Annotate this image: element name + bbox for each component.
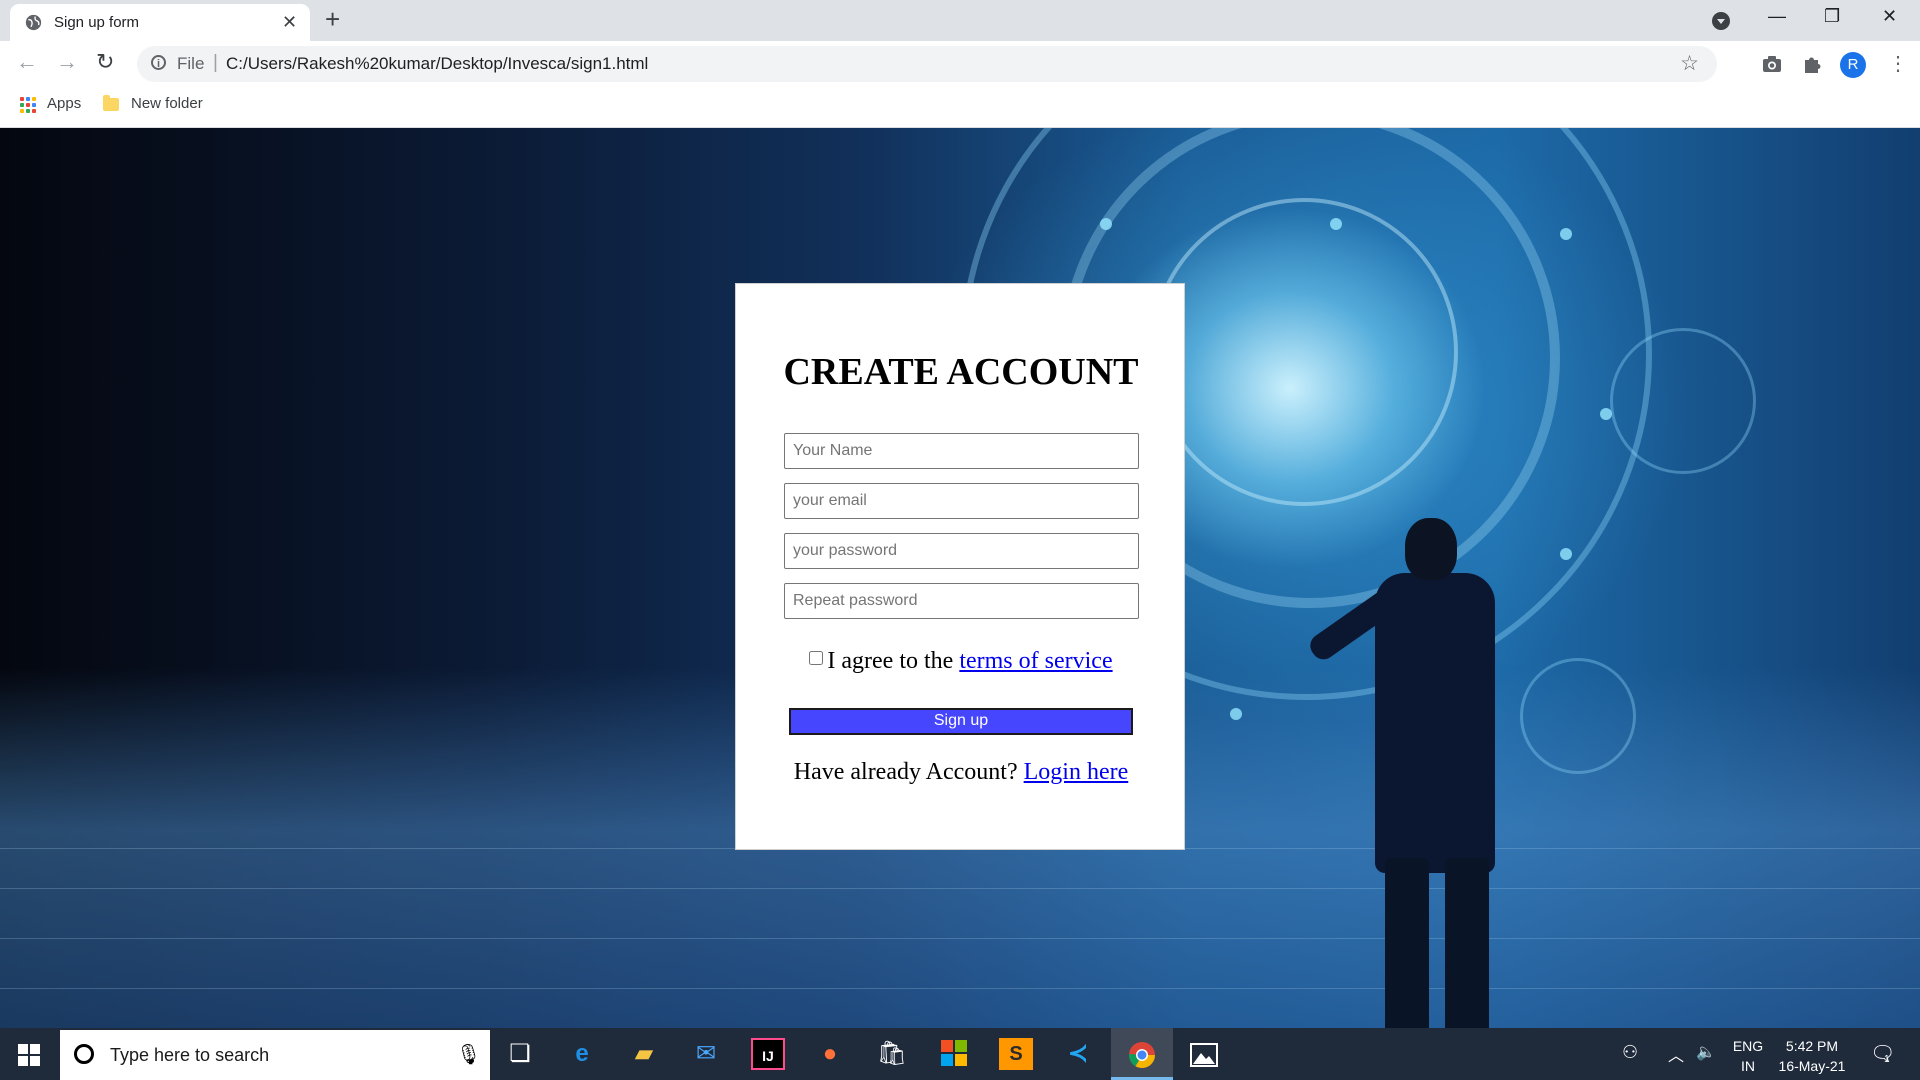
page-title: CREATE ACCOUNT bbox=[783, 351, 1139, 393]
notification-count: 1 bbox=[1884, 1054, 1890, 1065]
forward-button[interactable]: → bbox=[56, 51, 78, 73]
chrome-icon[interactable] bbox=[1111, 1028, 1173, 1080]
agree-label: I agree to the bbox=[827, 648, 954, 674]
edge-icon[interactable]: e bbox=[565, 1038, 599, 1070]
separator: | bbox=[213, 52, 218, 73]
firefox-icon[interactable]: ● bbox=[813, 1038, 847, 1070]
new-tab-button[interactable]: + bbox=[325, 6, 340, 32]
apps-grid-icon[interactable] bbox=[20, 97, 36, 113]
search-placeholder: Type here to search bbox=[110, 1045, 270, 1065]
email-input[interactable] bbox=[784, 483, 1139, 519]
bookmark-apps[interactable]: Apps bbox=[47, 95, 81, 112]
system-clock[interactable]: 5:42 PM 16-May-21 bbox=[1768, 1036, 1856, 1076]
windows-start-icon[interactable] bbox=[18, 1044, 40, 1066]
password-input[interactable] bbox=[784, 533, 1139, 569]
businessman-figure bbox=[1305, 388, 1535, 1028]
tab-title: Sign up form bbox=[54, 14, 140, 31]
sublime-text-icon[interactable]: S bbox=[999, 1038, 1033, 1070]
region-code: IN bbox=[1741, 1058, 1755, 1074]
info-icon[interactable]: i bbox=[151, 55, 166, 70]
bookmark-new-folder[interactable]: New folder bbox=[131, 95, 203, 112]
notification-icon[interactable]: 🗨 bbox=[1870, 1041, 1895, 1066]
address-bar[interactable]: i File | C:/Users/Rakesh%20kumar/Desktop… bbox=[137, 46, 1717, 82]
chevron-up-icon[interactable]: ︿ bbox=[1668, 1042, 1684, 1066]
bookmark-star-icon[interactable]: ☆ bbox=[1680, 51, 1699, 76]
camera-icon[interactable] bbox=[1761, 53, 1783, 75]
intellij-icon[interactable]: IJ bbox=[751, 1038, 785, 1070]
back-button[interactable]: ← bbox=[16, 51, 38, 73]
login-link[interactable]: Login here bbox=[1024, 759, 1129, 785]
folder-icon bbox=[103, 95, 119, 111]
reload-button[interactable]: ↻ bbox=[96, 51, 114, 73]
tab-close-icon[interactable]: ✕ bbox=[282, 12, 297, 33]
people-icon[interactable]: ⚇ bbox=[1622, 1042, 1638, 1063]
taskbar: Type here to search 🎙 ❏ e ▰ ✉ IJ ● 🛍 S ≺… bbox=[0, 1028, 1920, 1080]
taskbar-search-box[interactable]: Type here to search 🎙 bbox=[60, 1030, 490, 1080]
language-indicator[interactable]: ENG IN bbox=[1730, 1036, 1766, 1076]
bookmarks-bar bbox=[0, 87, 1920, 128]
microphone-icon[interactable]: 🎙 bbox=[456, 1042, 481, 1067]
tab-search-icon[interactable] bbox=[1712, 12, 1730, 30]
office-icon[interactable] bbox=[937, 1038, 971, 1070]
photos-icon[interactable] bbox=[1187, 1038, 1221, 1070]
browser-menu-icon[interactable]: ⋮ bbox=[1888, 51, 1908, 77]
speaker-icon[interactable]: 🔈 bbox=[1696, 1042, 1716, 1062]
tab-sign-up-form[interactable]: Sign up form ✕ bbox=[10, 4, 310, 41]
restore-button[interactable]: ❐ bbox=[1824, 6, 1840, 27]
file-explorer-icon[interactable]: ▰ bbox=[627, 1038, 661, 1070]
repeat-password-input[interactable] bbox=[784, 583, 1139, 619]
terms-link[interactable]: terms of service bbox=[959, 648, 1112, 674]
window-close-button[interactable]: ✕ bbox=[1882, 6, 1897, 27]
login-row: Have already Account? Login here bbox=[736, 759, 1186, 786]
url-text[interactable]: C:/Users/Rakesh%20kumar/Desktop/Invesca/… bbox=[226, 54, 648, 74]
terms-row: I agree to the terms of service bbox=[736, 648, 1186, 675]
name-input[interactable] bbox=[784, 433, 1139, 469]
clock-date: 16-May-21 bbox=[1778, 1058, 1846, 1074]
scheme-label: File bbox=[177, 54, 205, 73]
language-code: ENG bbox=[1732, 1038, 1764, 1054]
tab-strip: Sign up form ✕ + — ❐ ✕ bbox=[0, 0, 1920, 41]
login-prompt: Have already Account? bbox=[793, 759, 1018, 785]
task-view-icon[interactable]: ❏ bbox=[503, 1038, 537, 1070]
vs-code-icon[interactable]: ≺ bbox=[1061, 1038, 1095, 1070]
signup-card: CREATE ACCOUNT I agree to the terms of s… bbox=[735, 283, 1185, 850]
store-icon[interactable]: 🛍 bbox=[875, 1038, 909, 1070]
browser-toolbar: ← → ↻ i File | C:/Users/Rakesh%20kumar/D… bbox=[0, 41, 1920, 87]
signup-button[interactable]: Sign up bbox=[789, 708, 1133, 735]
globe-icon bbox=[25, 14, 42, 31]
agree-checkbox[interactable] bbox=[809, 651, 824, 665]
clock-time: 5:42 PM bbox=[1785, 1038, 1839, 1054]
mail-icon[interactable]: ✉ bbox=[689, 1038, 723, 1070]
extensions-puzzle-icon[interactable] bbox=[1801, 53, 1823, 75]
profile-avatar[interactable]: R bbox=[1840, 52, 1866, 78]
cortana-icon bbox=[74, 1044, 94, 1064]
minimize-button[interactable]: — bbox=[1768, 6, 1786, 27]
